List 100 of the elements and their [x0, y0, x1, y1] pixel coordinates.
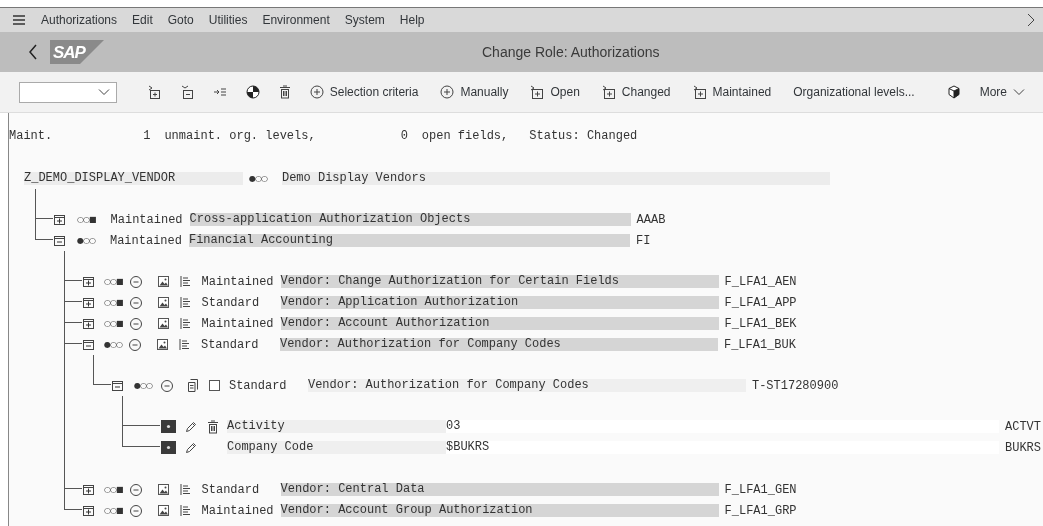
- plus-circle-icon: [440, 85, 455, 99]
- minus-box-icon[interactable]: [54, 235, 65, 246]
- document-icon[interactable]: [186, 379, 199, 392]
- trash-icon: [278, 85, 291, 99]
- status-text: Standard: [200, 337, 260, 352]
- minus-circle-icon[interactable]: [129, 483, 142, 496]
- menu-item[interactable]: Goto: [167, 13, 194, 27]
- field-icon: [161, 420, 176, 433]
- window-title: Change Role: Authorizations: [482, 44, 660, 60]
- plus-box-icon[interactable]: [83, 318, 94, 329]
- code-text: BUKRS: [1005, 440, 1041, 455]
- logo: SAP: [50, 40, 104, 64]
- status-text: Standard: [201, 482, 261, 497]
- trash-icon[interactable]: [207, 419, 219, 434]
- plus-box-icon: [692, 85, 707, 99]
- menu-item[interactable]: Utilities: [208, 13, 248, 27]
- description-field: Vendor: Authorization for Company Codes: [307, 379, 746, 392]
- minus-circle-icon[interactable]: [129, 317, 142, 330]
- status-indicator: ○○■: [104, 319, 123, 328]
- description-field: Cross-application Authorization Objects: [189, 213, 631, 226]
- menu-item[interactable]: Environment: [262, 13, 330, 27]
- list-icon[interactable]: [179, 297, 191, 308]
- combo-field[interactable]: [19, 81, 117, 103]
- description-field: Vendor: Change Authorization for Certain Fields: [280, 275, 719, 288]
- toolbar-button[interactable]: Changed: [597, 81, 675, 103]
- image-icon[interactable]: [157, 276, 169, 287]
- status-text: Standard: [228, 378, 288, 393]
- status-indicator: ●○○: [104, 340, 122, 349]
- minus-circle-icon[interactable]: [129, 504, 142, 517]
- status-indicator: ●○○: [77, 236, 95, 245]
- plus-box-icon[interactable]: [83, 276, 94, 287]
- status-text: Maintained: [201, 274, 275, 289]
- description-field: Vendor: Application Authorization: [280, 296, 719, 309]
- minus-circle-icon[interactable]: [129, 296, 142, 309]
- status-text: Maintained: [201, 316, 275, 331]
- description-field: Vendor: Account Authorization: [280, 317, 719, 330]
- plus-box-icon: [601, 85, 616, 99]
- pencil-icon[interactable]: [185, 420, 197, 433]
- count-text: 0: [400, 128, 408, 143]
- image-icon[interactable]: [157, 505, 169, 516]
- toolbar-button[interactable]: Selection criteria: [305, 81, 423, 103]
- menu-item[interactable]: Edit: [132, 13, 153, 27]
- plus-box-icon[interactable]: [83, 484, 94, 495]
- minus-circle-icon[interactable]: [128, 338, 141, 351]
- status-text: Status: Changed: [529, 128, 638, 143]
- plus-box-icon[interactable]: [54, 214, 65, 225]
- image-icon[interactable]: [157, 297, 169, 308]
- pencil-icon[interactable]: [185, 441, 197, 454]
- description-field: Financial Accounting: [188, 234, 630, 247]
- pie-icon: [245, 85, 260, 99]
- status-indicator: ●○○: [134, 381, 152, 390]
- menu-icon[interactable]: [12, 14, 26, 26]
- code-text: T-ST17280900: [751, 378, 839, 393]
- toolbar-button[interactable]: Open: [526, 81, 584, 103]
- status-indicator: ○○■: [77, 215, 96, 224]
- minus-box-icon[interactable]: [83, 339, 94, 350]
- count-text: 1: [143, 128, 151, 143]
- back-icon[interactable]: [28, 44, 38, 60]
- minus-box-icon[interactable]: [112, 380, 123, 391]
- more-button[interactable]: More: [975, 81, 1029, 103]
- menu-item[interactable]: System: [344, 13, 385, 27]
- menu-item[interactable]: Authorizations: [41, 13, 118, 27]
- checkbox[interactable]: [208, 380, 220, 391]
- cube-icon: [946, 85, 961, 99]
- list-icon[interactable]: [178, 339, 190, 350]
- image-icon[interactable]: [156, 339, 168, 350]
- description-field: Vendor: Account Group Authorization: [280, 504, 719, 517]
- status-indicator: ○○■: [104, 485, 123, 494]
- status-text: Maintained: [110, 212, 184, 227]
- code-text: F_LFA1_GRP: [724, 503, 797, 518]
- status-text: Maint.: [9, 128, 53, 143]
- arrow-list-icon: [212, 85, 227, 99]
- toolbar-button[interactable]: Organizational levels...: [789, 81, 919, 103]
- value-field: 03: [446, 420, 999, 433]
- image-icon[interactable]: [157, 318, 169, 329]
- list-icon[interactable]: [179, 505, 191, 516]
- plus-box-icon[interactable]: [83, 297, 94, 308]
- image-icon[interactable]: [157, 484, 169, 495]
- list-icon[interactable]: [179, 484, 191, 495]
- code-text: F_LFA1_GEN: [724, 482, 797, 497]
- minus-circle-icon[interactable]: [129, 275, 142, 288]
- field-label: Activity: [227, 420, 446, 433]
- plus-box-icon[interactable]: [83, 505, 94, 516]
- menu-item[interactable]: Help: [399, 13, 425, 27]
- list-icon[interactable]: [179, 276, 191, 287]
- chevron-right-icon[interactable]: [1027, 13, 1035, 27]
- description-field: Demo Display Vendors: [281, 172, 830, 185]
- plus-box-icon: [146, 85, 161, 99]
- minus-circle-icon[interactable]: [160, 379, 173, 392]
- code-text: F_LFA1_APP: [724, 295, 797, 310]
- description-field: Vendor: Central Data: [280, 483, 719, 496]
- field-label: Company Code: [227, 441, 446, 454]
- value-field: $BUKRS: [446, 441, 999, 454]
- plus-box-icon: [530, 85, 545, 99]
- toolbar-button[interactable]: Maintained: [688, 81, 776, 103]
- code-text: ACTVT: [1005, 419, 1041, 434]
- toolbar-button[interactable]: Manually: [436, 81, 513, 103]
- status-indicator: ○○■: [104, 277, 123, 286]
- status-text: open fields,: [421, 128, 509, 143]
- list-icon[interactable]: [179, 318, 191, 329]
